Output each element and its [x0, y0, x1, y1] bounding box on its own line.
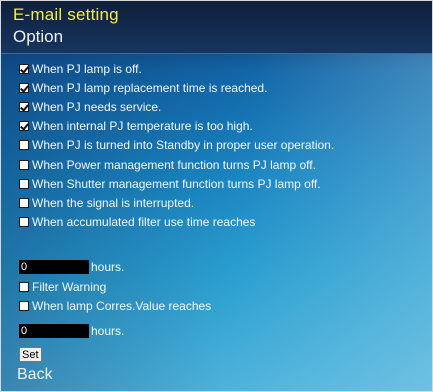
checkbox-lamp-replacement[interactable] [19, 82, 29, 93]
option-label: When PJ lamp is off. [32, 61, 142, 76]
option-label: When lamp Corres.Value reaches [32, 298, 212, 313]
checkbox-temperature[interactable] [19, 121, 29, 132]
option-standby[interactable]: When PJ is turned into Standby in proper… [19, 136, 419, 155]
option-filter-warning[interactable]: Filter Warning [19, 277, 419, 296]
page-title: E-mail setting [13, 5, 119, 24]
filter-hours-unit: hours. [91, 260, 125, 274]
checkbox-needs-service[interactable] [19, 101, 29, 112]
set-button[interactable]: Set [19, 347, 42, 362]
filter-hours-row: hours. [19, 260, 124, 274]
option-filter-time[interactable]: When accumulated filter use time reaches [19, 213, 419, 232]
option-list: When PJ lamp is off. When PJ lamp replac… [19, 59, 419, 232]
checkbox-power-management[interactable] [19, 159, 29, 170]
option-label: When PJ is turned into Standby in proper… [32, 138, 335, 153]
email-setting-panel: E-mail setting Option When PJ lamp is of… [0, 0, 433, 392]
checkbox-filter-warning[interactable] [19, 281, 29, 292]
filter-hours-input[interactable] [19, 260, 89, 274]
checkbox-signal-interrupted[interactable] [19, 197, 29, 208]
lamp-hours-row: hours. [19, 324, 124, 338]
option-signal-interrupted[interactable]: When the signal is interrupted. [19, 193, 419, 212]
more-option-list: Filter Warning When lamp Corres.Value re… [19, 277, 419, 315]
section-title: Option [13, 27, 64, 46]
option-label: When Shutter management function turns P… [32, 176, 321, 191]
option-label: When PJ needs service. [32, 99, 162, 114]
checkbox-shutter-management[interactable] [19, 178, 29, 189]
option-label: When accumulated filter use time reaches [32, 215, 256, 230]
option-shutter-management[interactable]: When Shutter management function turns P… [19, 174, 419, 193]
option-lamp-off[interactable]: When PJ lamp is off. [19, 59, 419, 78]
checkbox-lamp-corres[interactable] [19, 300, 29, 311]
checkbox-filter-time[interactable] [19, 217, 29, 228]
checkbox-lamp-off[interactable] [19, 63, 29, 74]
checkbox-standby[interactable] [19, 140, 29, 151]
option-label: When PJ lamp replacement time is reached… [32, 80, 268, 95]
option-needs-service[interactable]: When PJ needs service. [19, 97, 419, 116]
lamp-hours-unit: hours. [91, 324, 125, 338]
option-label: Filter Warning [32, 279, 107, 294]
option-temperature[interactable]: When internal PJ temperature is too high… [19, 117, 419, 136]
option-lamp-corres[interactable]: When lamp Corres.Value reaches [19, 296, 419, 315]
header: E-mail setting Option [1, 1, 432, 54]
option-label: When Power management function turns PJ … [32, 157, 316, 172]
option-lamp-replacement[interactable]: When PJ lamp replacement time is reached… [19, 78, 419, 97]
option-power-management[interactable]: When Power management function turns PJ … [19, 155, 419, 174]
back-link[interactable]: Back [17, 366, 53, 384]
lamp-hours-input[interactable] [19, 324, 89, 338]
option-label: When the signal is interrupted. [32, 195, 195, 210]
option-label: When internal PJ temperature is too high… [32, 119, 253, 134]
